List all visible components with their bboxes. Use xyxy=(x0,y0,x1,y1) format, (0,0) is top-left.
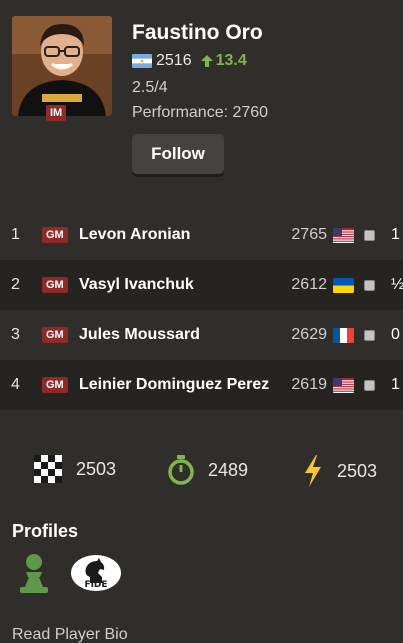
blitz-rating-value: 2503 xyxy=(337,460,378,481)
player-score: 2.5/4 xyxy=(132,79,168,96)
player-rating-line: 2516 13.4 xyxy=(132,52,247,70)
stopwatch-icon xyxy=(168,455,194,485)
table-row[interactable]: 3 GM Jules Moussard 2629 0 xyxy=(0,310,403,360)
profiles-heading: Profiles xyxy=(12,521,79,541)
player-name[interactable]: Faustino Oro xyxy=(132,21,263,45)
row-rank: 3 xyxy=(11,326,20,343)
rating-gain-value: 13.4 xyxy=(215,52,247,69)
opponent-rating: 2629 xyxy=(291,326,327,343)
follow-button[interactable]: Follow xyxy=(132,134,224,174)
player-avatar[interactable] xyxy=(12,16,112,116)
table-row[interactable]: 4 GM Leinier Dominguez Perez 2619 1 xyxy=(0,360,403,410)
opponent-rating: 2765 xyxy=(291,226,327,243)
lightning-icon xyxy=(305,455,321,487)
ratings-stats: 2503 2489 2503 xyxy=(0,455,403,491)
opponent-name[interactable]: Jules Moussard xyxy=(79,326,200,344)
piece-color-icon xyxy=(364,229,375,241)
title-badge: GM xyxy=(42,327,68,343)
chesscom-pawn-icon[interactable] xyxy=(16,553,52,593)
game-result[interactable]: ½ xyxy=(391,276,403,294)
us-flag-icon xyxy=(333,377,354,393)
fide-icon[interactable]: FIDE xyxy=(70,553,122,593)
title-badge: GM xyxy=(42,277,68,293)
rating-gain: 13.4 xyxy=(200,52,247,70)
piece-color-icon xyxy=(364,379,375,391)
ukraine-flag-icon xyxy=(333,277,354,293)
read-player-bio-link[interactable]: Read Player Bio xyxy=(12,626,128,643)
piece-color-icon xyxy=(364,279,375,291)
rapid-rating-value: 2489 xyxy=(208,459,249,480)
opponent-rating: 2619 xyxy=(291,376,327,393)
piece-color-icon xyxy=(364,329,375,341)
table-row[interactable]: 2 GM Vasyl Ivanchuk 2612 ½ xyxy=(0,260,403,310)
opponent-rating: 2612 xyxy=(291,276,327,293)
opponent-name[interactable]: Levon Aronian xyxy=(79,226,190,244)
classical-rating: 2503 xyxy=(34,455,116,483)
opponents-list: 1 GM Levon Aronian 2765 1 2 GM Vasyl Iva… xyxy=(0,210,403,410)
game-result[interactable]: 1 xyxy=(391,376,400,394)
classical-rating-value: 2503 xyxy=(76,458,117,479)
arrow-up-icon xyxy=(200,55,213,67)
opponent-name[interactable]: Leinier Dominguez Perez xyxy=(79,376,269,394)
player-rating: 2516 xyxy=(156,52,192,69)
game-result[interactable]: 0 xyxy=(391,326,400,344)
player-performance: Performance: 2760 xyxy=(132,104,269,121)
title-badge: GM xyxy=(42,377,68,393)
row-rank: 4 xyxy=(11,376,20,393)
row-rank: 1 xyxy=(11,226,20,243)
row-rank: 2 xyxy=(11,276,20,293)
title-badge: GM xyxy=(42,227,68,243)
profiles-links: FIDE xyxy=(16,553,122,593)
fide-label: FIDE xyxy=(84,580,107,590)
player-title-badge: IM xyxy=(46,105,67,121)
chessboard-icon xyxy=(34,455,62,483)
game-result[interactable]: 1 xyxy=(391,226,400,244)
blitz-rating: 2503 xyxy=(303,455,377,487)
argentina-flag-icon xyxy=(132,54,152,68)
opponent-name[interactable]: Vasyl Ivanchuk xyxy=(79,276,194,294)
player-header: IM Faustino Oro 2516 13.4 2.5/4 Performa… xyxy=(12,16,403,181)
us-flag-icon xyxy=(333,227,354,243)
rapid-rating: 2489 xyxy=(168,455,248,485)
france-flag-icon xyxy=(333,327,354,343)
table-row[interactable]: 1 GM Levon Aronian 2765 1 xyxy=(0,210,403,260)
